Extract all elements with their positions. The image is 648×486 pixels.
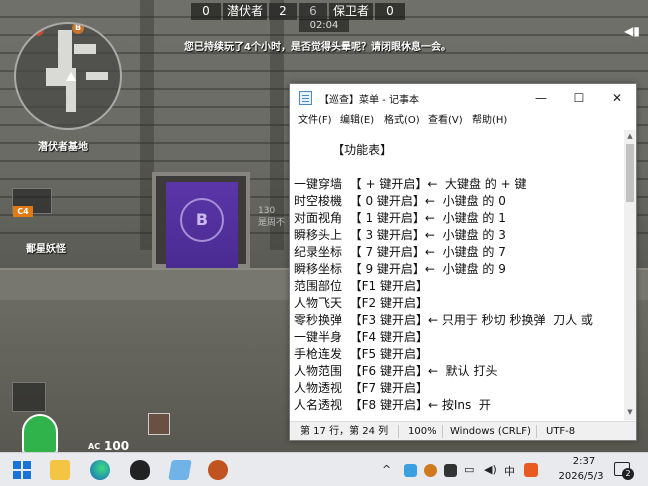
windows-start-icon[interactable] [12, 460, 32, 480]
edge-browser-icon[interactable] [90, 460, 110, 480]
minimize-button[interactable]: — [522, 84, 560, 112]
map-structure [86, 72, 108, 80]
minimap-location: 潜伏者基地 [38, 142, 88, 153]
text-line: 人名透视 【F8 键开启】← 按Ins 开 [294, 398, 491, 412]
text-line: 瞬移头上 【 3 键开启】← 小键盘 的 3 [294, 228, 506, 242]
purple-banner: B [166, 182, 238, 268]
site-a-marker: A [32, 24, 44, 36]
tray-image-icon[interactable] [404, 464, 417, 477]
notification-center-icon[interactable]: 2 [612, 460, 634, 480]
notepad-window[interactable]: 【巡查】菜单 - 记事本 — ☐ ✕ 文件(F) 编辑(E) 格式(O) 查看(… [289, 83, 637, 441]
armor-label: AC [88, 442, 101, 451]
text-line: 人物透视 【F7 键开启】 [294, 381, 428, 395]
text-line: 范围部位 【F1 键开启】 [294, 279, 428, 293]
site-b-marker: B [72, 24, 84, 34]
text-line: 手枪连发 【F5 键开启】 [294, 347, 428, 361]
clock-time[interactable]: 2:37 [561, 456, 607, 467]
armor-value: 100 [104, 439, 130, 452]
text-line: 【功能表】 [294, 143, 393, 157]
sogou-ime-icon[interactable] [524, 463, 538, 477]
menu-help[interactable]: 帮助(H) [472, 112, 507, 130]
status-divider [536, 425, 537, 438]
text-line: 一键穿墙 【 + 键开启】← 大键盘 的 + 键 [294, 177, 527, 191]
right-round-count: 6 [299, 3, 327, 20]
window-title: 【巡查】菜单 - 记事本 [319, 95, 419, 106]
maximize-button[interactable]: ☐ [560, 84, 598, 112]
tray-app-icon[interactable] [424, 464, 437, 477]
text-line: 纪录坐标 【 7 键开启】← 小键盘 的 7 [294, 245, 506, 259]
menu-format[interactable]: 格式(O) [384, 112, 420, 130]
status-divider [442, 425, 443, 438]
taskbar: ^ ▭ ◀) 中 2:37 2026/5/3 2 [0, 452, 648, 486]
player-arrow-icon [66, 72, 76, 81]
file-explorer-icon[interactable] [50, 460, 70, 480]
scrollbar-thumb[interactable] [626, 144, 634, 202]
text-line: 瞬移坐标 【 9 键开启】← 小键盘 的 9 [294, 262, 506, 276]
close-button[interactable]: ✕ [598, 84, 636, 112]
notification-count: 2 [622, 468, 634, 480]
encoding: UTF-8 [546, 426, 576, 437]
text-line: 人物范围 【F6 键开启】← 默认 打头 [294, 364, 498, 378]
notepad-icon[interactable] [168, 460, 192, 480]
scroll-down-icon[interactable]: ▼ [624, 406, 636, 418]
right-team-name: 保卫者 [329, 3, 373, 20]
text-editor[interactable]: 【功能表】 一键穿墙 【 + 键开启】← 大键盘 的 + 键 时空梭機 【 0 … [290, 132, 625, 417]
weapon-slot-icon [12, 382, 46, 412]
vertical-scrollbar[interactable]: ▲ ▼ [624, 130, 636, 420]
left-round-count: 2 [269, 3, 297, 20]
banner-emblem: B [180, 198, 224, 242]
menu-view[interactable]: 查看(V) [428, 112, 463, 130]
title-bar[interactable]: 【巡查】菜单 - 记事本 — ☐ ✕ [290, 84, 636, 112]
clock-date[interactable]: 2026/5/3 [553, 471, 609, 482]
zoom-level: 100% [408, 426, 437, 437]
notepad-app-icon [299, 91, 312, 105]
line-ending: Windows (CRLF) [450, 426, 531, 437]
scoreboard: 0 潜伏者 2 6 保卫者 0 [191, 3, 455, 20]
map-structure [74, 44, 96, 54]
right-score: 0 [375, 3, 405, 20]
c4-badge: C4 [13, 206, 33, 217]
qq-icon[interactable] [130, 460, 150, 480]
text-line: 对面视角 【 1 键开启】← 小键盘 的 1 [294, 211, 506, 225]
menu-file[interactable]: 文件(F) [298, 112, 332, 130]
status-divider [398, 425, 399, 438]
background-text: 130 是周不 [258, 206, 286, 228]
health-figure-icon [22, 414, 58, 452]
item-slot-icon [148, 413, 170, 435]
text-line: 人物飞天 【F2 键开启】 [294, 296, 428, 310]
menu-edit[interactable]: 编辑(E) [340, 112, 374, 130]
text-line: 零秒换弹 【F3 键开启】← 只用于 秒切 秒换弹 刀人 或 [294, 313, 593, 327]
round-timer: 02:04 [299, 19, 349, 32]
scroll-up-icon[interactable]: ▲ [624, 130, 636, 142]
tray-qq-icon[interactable] [444, 464, 457, 477]
map-structure [58, 30, 72, 70]
volume-icon[interactable]: ◀) [484, 463, 497, 476]
left-team-name: 潜伏者 [223, 3, 267, 20]
text-line: 时空梭機 【 0 键开启】← 小键盘 的 0 [294, 194, 506, 208]
left-score: 0 [191, 3, 221, 20]
cursor-position: 第 17 行，第 24 列 [300, 426, 389, 437]
minimap: A B [14, 22, 122, 130]
network-icon[interactable]: ▭ [464, 463, 474, 476]
tray-overflow-chevron[interactable]: ^ [382, 463, 391, 476]
status-bar: 第 17 行，第 24 列 100% Windows (CRLF) UTF-8 [290, 421, 636, 440]
hud-player-label: 鄱星妖怪 [26, 244, 66, 255]
menu-bar: 文件(F) 编辑(E) 格式(O) 查看(V) 帮助(H) [290, 112, 636, 130]
speaker-icon: ◀▮ [624, 24, 640, 38]
ime-indicator[interactable]: 中 [504, 463, 515, 479]
anti-addiction-notice: 您已持续玩了4个小时，是否觉得头晕呢？请闭眼休息一会。 [184, 42, 451, 53]
map-structure [66, 86, 76, 112]
game-launcher-icon[interactable] [208, 460, 228, 480]
text-line: 一键半身 【F4 键开启】 [294, 330, 428, 344]
